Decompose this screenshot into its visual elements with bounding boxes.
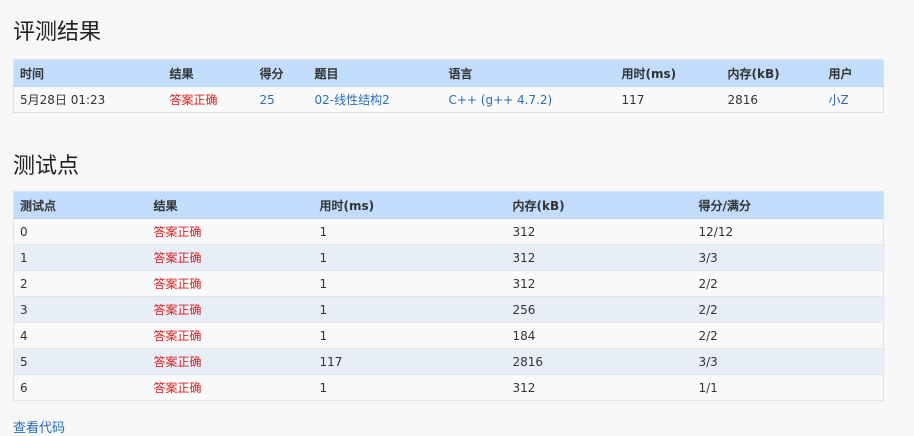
test-time: 1	[313, 374, 507, 401]
test-time: 117	[313, 348, 507, 375]
test-result: 答案正确	[147, 374, 314, 401]
test-memory: 312	[506, 244, 693, 271]
test-score: 12/12	[692, 218, 884, 245]
col-header-score: 得分/满分	[692, 191, 884, 219]
table-header-row: 时间 结果 得分 题目 语言 用时(ms) 内存(kB) 用户	[13, 59, 884, 87]
test-score: 3/3	[692, 244, 884, 271]
test-time: 1	[313, 270, 507, 297]
test-points-heading: 测试点	[13, 154, 80, 179]
test-score: 3/3	[692, 348, 884, 375]
test-time: 1	[313, 322, 507, 349]
col-header-memory: 内存(kB)	[721, 59, 823, 87]
test-score: 2/2	[692, 322, 884, 349]
memory-kb: 2816	[721, 86, 823, 113]
score-link[interactable]: 25	[253, 86, 309, 113]
table-row: 5月28日 01:23 答案正确 25 02-线性结构2 C++ (g++ 4.…	[13, 86, 884, 113]
col-header-memory: 内存(kB)	[506, 191, 693, 219]
test-memory: 184	[506, 322, 693, 349]
test-score: 1/1	[692, 374, 884, 401]
table-row: 2 答案正确 1 312 2/2	[13, 270, 884, 297]
col-header-time-ms: 用时(ms)	[313, 191, 507, 219]
result-heading: 评测结果	[13, 20, 102, 45]
test-memory: 256	[506, 296, 693, 323]
table-row: 6 答案正确 1 312 1/1	[13, 374, 884, 401]
test-id: 6	[13, 374, 148, 401]
test-id: 2	[13, 270, 148, 297]
language-link[interactable]: C++ (g++ 4.7.2)	[442, 86, 616, 113]
result-status: 答案正确	[163, 86, 254, 113]
col-header-result: 结果	[147, 191, 314, 219]
test-result: 答案正确	[147, 296, 314, 323]
test-result: 答案正确	[147, 270, 314, 297]
test-result: 答案正确	[147, 322, 314, 349]
test-result: 答案正确	[147, 218, 314, 245]
test-result: 答案正确	[147, 348, 314, 375]
test-time: 1	[313, 218, 507, 245]
col-header-user: 用户	[822, 59, 884, 87]
table-row: 5 答案正确 117 2816 3/3	[13, 348, 884, 375]
test-score: 2/2	[692, 296, 884, 323]
test-time: 1	[313, 296, 507, 323]
test-memory: 2816	[506, 348, 693, 375]
test-id: 5	[13, 348, 148, 375]
submit-time: 5月28日 01:23	[13, 86, 164, 113]
test-result: 答案正确	[147, 244, 314, 271]
col-header-score: 得分	[253, 59, 309, 87]
table-row: 3 答案正确 1 256 2/2	[13, 296, 884, 323]
test-memory: 312	[506, 374, 693, 401]
table-row: 4 答案正确 1 184 2/2	[13, 322, 884, 349]
test-id: 1	[13, 244, 148, 271]
col-header-test-id: 测试点	[13, 191, 148, 219]
test-id: 3	[13, 296, 148, 323]
col-header-time-ms: 用时(ms)	[615, 59, 722, 87]
user-link[interactable]: 小Z	[822, 86, 884, 113]
test-points-table: 测试点 结果 用时(ms) 内存(kB) 得分/满分 0 答案正确 1 312 …	[13, 191, 884, 401]
test-memory: 312	[506, 218, 693, 245]
problem-link[interactable]: 02-线性结构2	[308, 86, 443, 113]
time-ms: 117	[615, 86, 722, 113]
test-id: 4	[13, 322, 148, 349]
col-header-time: 时间	[13, 59, 164, 87]
table-row: 0 答案正确 1 312 12/12	[13, 218, 884, 245]
table-row: 1 答案正确 1 312 3/3	[13, 244, 884, 271]
col-header-result: 结果	[163, 59, 254, 87]
test-score: 2/2	[692, 270, 884, 297]
submission-result-table: 时间 结果 得分 题目 语言 用时(ms) 内存(kB) 用户 5月28日 01…	[13, 59, 884, 113]
test-id: 0	[13, 218, 148, 245]
table-header-row: 测试点 结果 用时(ms) 内存(kB) 得分/满分	[13, 191, 884, 219]
view-code-link[interactable]: 查看代码	[13, 417, 65, 436]
col-header-language: 语言	[442, 59, 616, 87]
test-time: 1	[313, 244, 507, 271]
test-memory: 312	[506, 270, 693, 297]
col-header-problem: 题目	[308, 59, 443, 87]
